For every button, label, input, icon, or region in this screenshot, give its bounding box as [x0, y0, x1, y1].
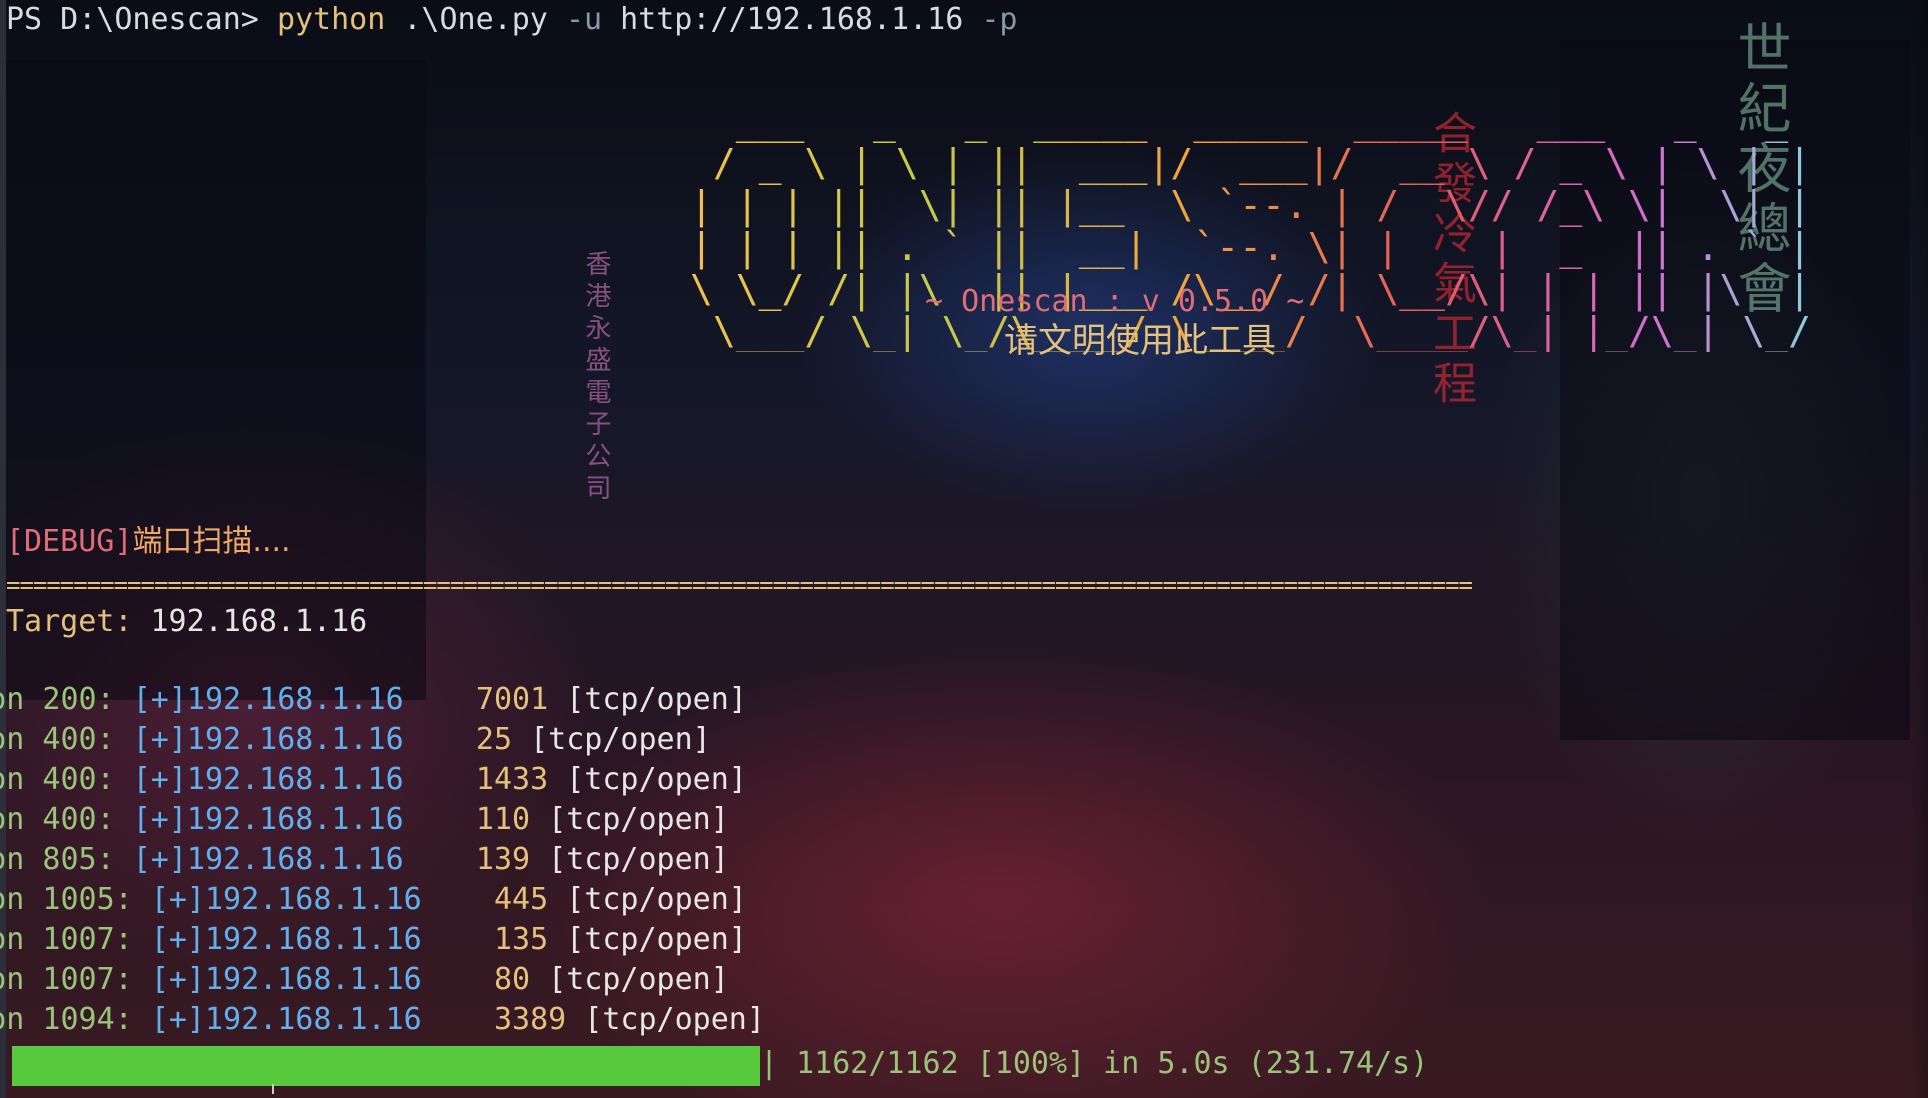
- result-prefix: Respon 400:: [0, 722, 115, 757]
- progress-status: | 1162/1162 [100%] in 5.0s (231.74/s): [760, 1046, 1429, 1081]
- result-row: Respon 400: [+]192.168.1.16 1433 [tcp/op…: [0, 760, 747, 800]
- result-state: [tcp/open]: [548, 682, 747, 717]
- result-ip: [+]192.168.1.16: [150, 922, 422, 957]
- debug-message: 端口扫描....: [132, 524, 291, 559]
- result-port: 139: [403, 842, 531, 877]
- target-line: Target: 192.168.1.16: [6, 602, 367, 642]
- result-port: 25: [403, 722, 513, 757]
- progress-bar: [12, 1046, 760, 1086]
- result-prefix: Respon 400:: [0, 802, 115, 837]
- target-label: Target:: [6, 604, 151, 639]
- command-script: .\One.py: [385, 2, 566, 37]
- result-ip: [+]192.168.1.16: [132, 722, 404, 757]
- result-row: Respon 1005: [+]192.168.1.16 445 [tcp/op…: [0, 880, 747, 920]
- result-row: Respon 1007: [+]192.168.1.16 80 [tcp/ope…: [0, 960, 729, 1000]
- command-line: PS D:\Onescan> python .\One.py -u http:/…: [6, 0, 1017, 40]
- command-flag-p: -p: [981, 2, 1018, 37]
- debug-tag: [DEBUG]: [6, 524, 133, 559]
- result-state: [tcp/open]: [566, 1002, 765, 1037]
- terminal-window[interactable]: 世紀夜總會 香港永盛電子公司 合發冷氣工程 PS D:\Onescan> pyt…: [0, 0, 1928, 1098]
- result-port: 80: [421, 962, 531, 997]
- result-state: [tcp/open]: [548, 922, 747, 957]
- result-state: [tcp/open]: [530, 962, 729, 997]
- result-ip: [+]192.168.1.16: [150, 962, 422, 997]
- window-right-shade: [1910, 0, 1928, 1098]
- command-flag-u: -u: [565, 2, 603, 37]
- target-value: 192.168.1.16: [150, 604, 368, 639]
- result-state: [tcp/open]: [530, 842, 729, 877]
- result-prefix: Respon 805:: [0, 842, 115, 877]
- result-port: 110: [403, 802, 531, 837]
- result-ip: [+]192.168.1.16: [132, 802, 404, 837]
- result-ip: [+]192.168.1.16: [132, 762, 404, 797]
- prompt-path: PS D:\Onescan>: [6, 2, 277, 37]
- result-ip: [+]192.168.1.16: [132, 842, 404, 877]
- progress-fill: [12, 1046, 760, 1086]
- result-ip: [+]192.168.1.16: [132, 682, 404, 717]
- result-state: [tcp/open]: [548, 882, 747, 917]
- command-name: python: [276, 2, 386, 37]
- motto-label: 请文明使用此工具: [1004, 321, 1276, 361]
- separator-line: ========================================…: [6, 571, 1473, 599]
- result-row: Respon 805: [+]192.168.1.16 139 [tcp/ope…: [0, 840, 729, 880]
- command-url: http://192.168.1.16: [602, 2, 982, 37]
- result-prefix: Respon 1094:: [0, 1002, 133, 1037]
- result-port: 445: [421, 882, 549, 917]
- result-row: Respon 1007: [+]192.168.1.16 135 [tcp/op…: [0, 920, 747, 960]
- version-label: ~ Onescan : v 0.5.0 ~: [925, 284, 1305, 319]
- result-port: 7001: [403, 682, 549, 717]
- result-port: 3389: [421, 1002, 567, 1037]
- debug-line: [DEBUG]端口扫描....: [6, 522, 291, 562]
- result-prefix: Respon 400:: [0, 762, 115, 797]
- result-state: [tcp/open]: [530, 802, 729, 837]
- result-row: Respon 400: [+]192.168.1.16 25 [tcp/open…: [0, 720, 711, 760]
- result-ip: [+]192.168.1.16: [150, 882, 422, 917]
- result-prefix: Respon 200:: [0, 682, 115, 717]
- result-prefix: Respon 1005:: [0, 882, 133, 917]
- result-state: [tcp/open]: [548, 762, 747, 797]
- result-row: Respon 400: [+]192.168.1.16 110 [tcp/ope…: [0, 800, 729, 840]
- result-state: [tcp/open]: [512, 722, 711, 757]
- result-row: Respon 1094: [+]192.168.1.16 3389 [tcp/o…: [0, 1000, 765, 1040]
- background-sign-mid: 香港永盛電子公司: [581, 250, 611, 506]
- result-prefix: Respon 1007:: [0, 922, 133, 957]
- result-prefix: Respon 1007:: [0, 962, 133, 997]
- result-row: Respon 200: [+]192.168.1.16 7001 [tcp/op…: [0, 680, 747, 720]
- result-port: 1433: [403, 762, 549, 797]
- result-port: 135: [421, 922, 549, 957]
- result-ip: [+]192.168.1.16: [150, 1002, 422, 1037]
- text-cursor: [272, 1084, 274, 1094]
